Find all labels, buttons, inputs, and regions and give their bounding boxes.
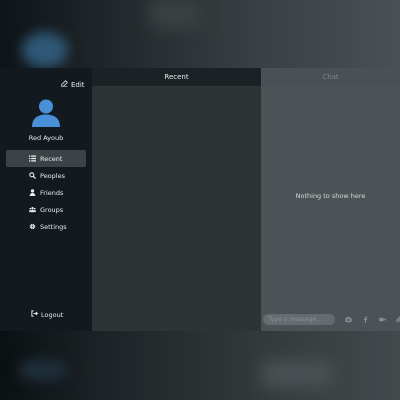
sidebar-item-friends[interactable]: Friends [6, 184, 86, 201]
edit-label: Edit [71, 80, 85, 89]
avatar[interactable] [31, 97, 61, 127]
logout-icon [31, 310, 39, 319]
facebook-icon[interactable] [362, 315, 369, 323]
recent-header: Recent [92, 68, 261, 86]
video-icon[interactable] [379, 316, 386, 323]
edit-profile-button[interactable]: Edit [61, 80, 85, 89]
sidebar-item-label: Settings [40, 222, 67, 231]
background-blur [262, 361, 332, 387]
recent-title: Recent [164, 73, 189, 81]
sidebar-item-label: Peoples [40, 171, 65, 180]
sidebar-item-recent[interactable]: Recent [6, 150, 86, 167]
sidebar: Edit Red Ayoub Recent Peoples Friends Gr… [0, 68, 92, 331]
sidebar-item-groups[interactable]: Groups [6, 201, 86, 218]
chat-header: Chat [261, 68, 400, 86]
gear-icon [29, 223, 36, 230]
background-top [0, 0, 400, 68]
empty-state-message: Nothing to show here [295, 192, 366, 200]
attach-icon[interactable] [396, 315, 400, 323]
users-icon [29, 206, 36, 213]
sidebar-item-settings[interactable]: Settings [6, 218, 86, 235]
background-bottom [0, 331, 400, 400]
logout-button[interactable]: Logout [31, 310, 63, 319]
list-icon [29, 155, 36, 162]
background-blur [150, 0, 200, 28]
camera-icon[interactable] [345, 316, 352, 323]
search-icon [29, 172, 36, 179]
logout-label: Logout [41, 310, 64, 319]
chat-panel: Chat Nothing to show here [261, 68, 400, 331]
message-input[interactable] [263, 313, 335, 325]
sidebar-item-label: Groups [40, 205, 64, 214]
user-name: Red Ayoub [28, 134, 64, 142]
edit-icon [61, 80, 68, 89]
sidebar-item-label: Recent [40, 154, 63, 163]
sidebar-nav: Recent Peoples Friends Groups Settings [6, 150, 86, 235]
sidebar-item-label: Friends [40, 188, 64, 197]
user-avatar-icon [32, 99, 60, 127]
chat-input-bar [261, 311, 400, 327]
background-blur [18, 359, 68, 381]
sidebar-item-peoples[interactable]: Peoples [6, 167, 86, 184]
recent-panel: Recent [92, 68, 261, 331]
user-icon [29, 189, 36, 196]
background-blur [22, 32, 68, 68]
chat-title: Chat [322, 73, 339, 81]
